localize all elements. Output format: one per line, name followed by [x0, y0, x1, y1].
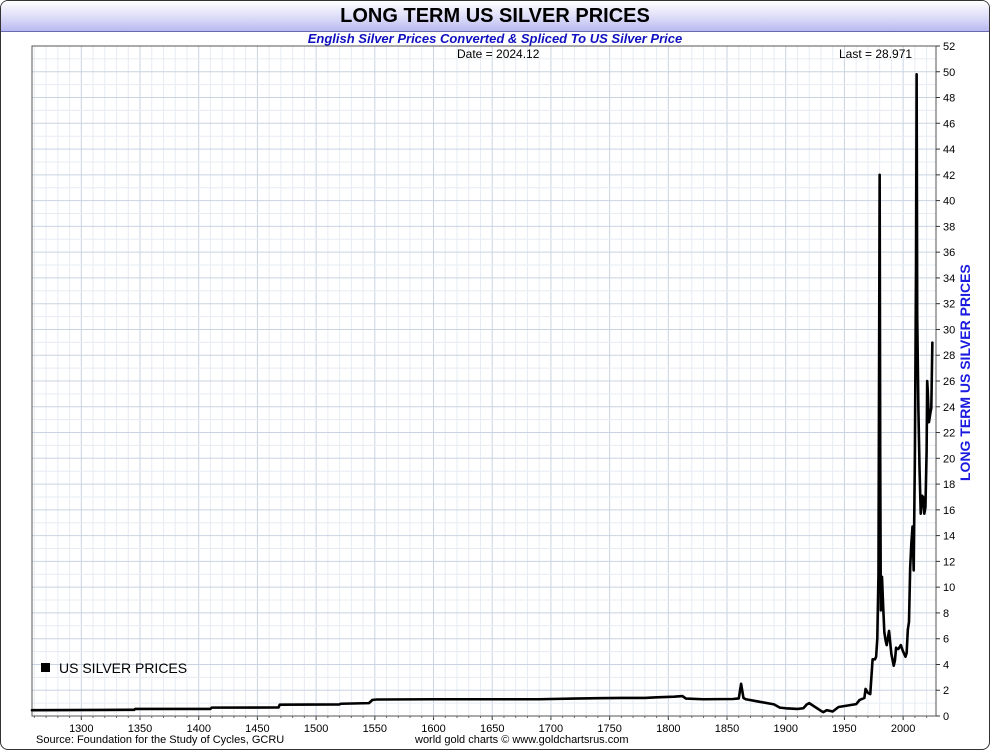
x-tick-label: 1550 [363, 723, 387, 735]
chart-frame: LONG TERM US SILVER PRICES English Silve… [0, 0, 990, 750]
y-tick-label: 6 [943, 634, 949, 646]
y-tick-label: 32 [943, 299, 955, 311]
y-tick-label: 4 [943, 659, 949, 671]
gridlines [32, 45, 936, 717]
y-tick-label: 36 [943, 247, 955, 259]
credit-note: world gold charts © www.goldchartsrus.co… [415, 734, 629, 746]
legend-swatch [41, 663, 50, 672]
y-tick-label: 46 [943, 118, 955, 130]
x-tick-label: 1800 [656, 723, 680, 735]
y-tick-label: 18 [943, 479, 955, 491]
x-tick-label: 2000 [891, 723, 915, 735]
y-tick-label: 42 [943, 170, 955, 182]
y-tick-label: 30 [943, 324, 955, 336]
y-tick-label: 48 [943, 93, 955, 105]
y-tick-label: 38 [943, 221, 955, 233]
y-tick-label: 52 [943, 41, 955, 53]
source-note: Source: Foundation for the Study of Cycl… [36, 734, 285, 746]
legend: US SILVER PRICES [41, 660, 187, 676]
last-value-readout: Last = 28.971 [839, 47, 913, 61]
y-tick-label: 20 [943, 453, 955, 465]
x-tick-label: 1500 [304, 723, 328, 735]
y-tick-label: 34 [943, 273, 955, 285]
y-tick-label: 12 [943, 556, 955, 568]
date-readout: Date = 2024.12 [457, 47, 540, 61]
axes: 1300 1350 1400 1450 1500 1550 1600 1650 1700 1750… [33, 41, 955, 735]
y-tick-label: 24 [943, 402, 955, 414]
x-tick-label: 1950 [832, 723, 856, 735]
y-tick-label: 0 [943, 711, 949, 723]
y-tick-label: 28 [943, 350, 955, 362]
x-tick-label: 1850 [715, 723, 739, 735]
y-tick-label: 26 [943, 376, 955, 388]
y-tick-label: 16 [943, 505, 955, 517]
legend-label: US SILVER PRICES [59, 660, 188, 676]
y-tick-label: 44 [943, 144, 955, 156]
x-tick-label: 1900 [773, 723, 797, 735]
y-tick-label: 50 [943, 67, 955, 79]
y-tick-label: 40 [943, 196, 955, 208]
y-tick-label: 22 [943, 428, 955, 440]
y-tick-label: 10 [943, 582, 955, 594]
chart-plot: 1300 1350 1400 1450 1500 1550 1600 1650 1700 1750… [30, 41, 955, 735]
y-tick-label: 8 [943, 608, 949, 620]
y-axis-title: LONG TERM US SILVER PRICES [957, 264, 973, 481]
y-tick-label: 14 [943, 531, 955, 543]
y-tick-label: 2 [943, 685, 949, 697]
